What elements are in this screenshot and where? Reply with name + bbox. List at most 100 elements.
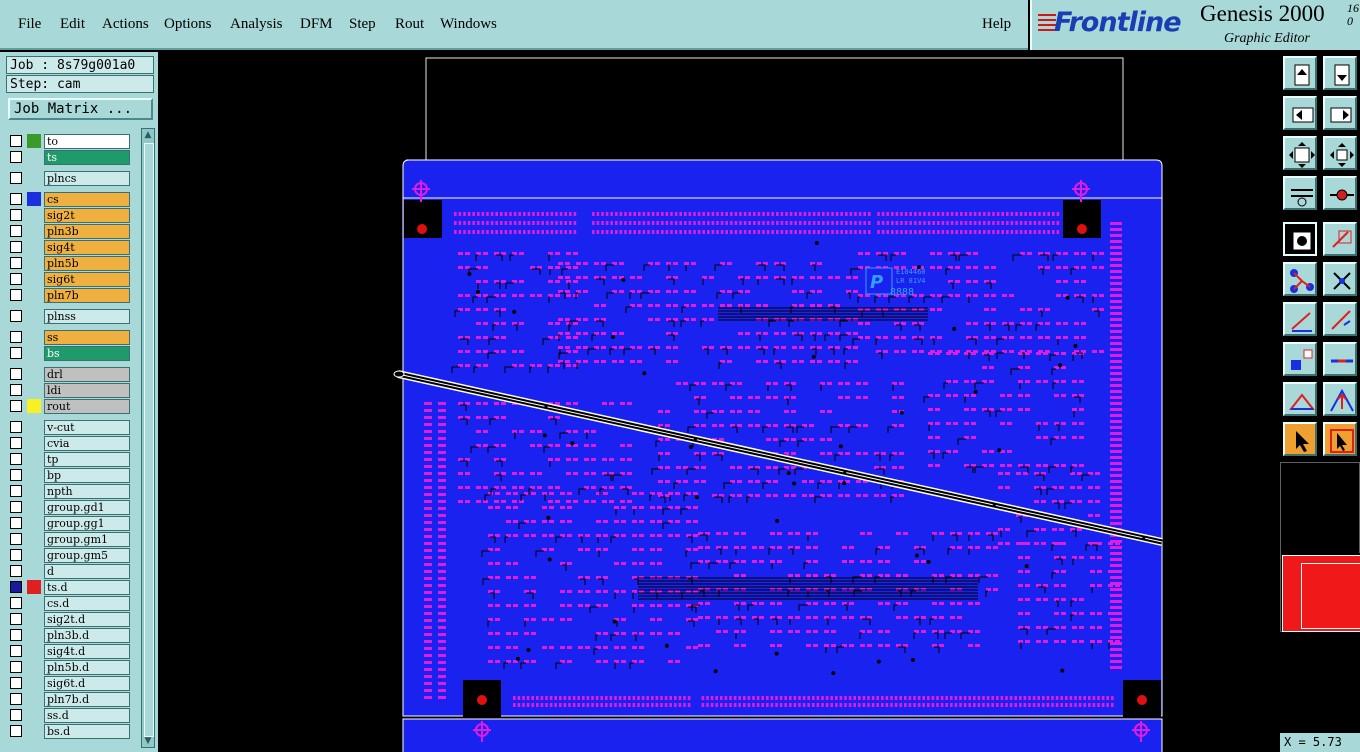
layer-checkbox[interactable] bbox=[10, 613, 22, 625]
zoom-center-button[interactable] bbox=[1323, 136, 1357, 170]
layer-checkbox[interactable] bbox=[10, 549, 22, 561]
overview-preview[interactable] bbox=[1280, 462, 1360, 632]
job-matrix-button[interactable]: Job Matrix ... bbox=[8, 98, 153, 120]
layer-row-sig2t[interactable]: sig2t bbox=[6, 208, 130, 223]
layer-row-cs-d[interactable]: cs.d bbox=[6, 596, 130, 611]
layer-row-bp[interactable]: bp bbox=[6, 468, 130, 483]
layer-name[interactable]: sig4t bbox=[44, 240, 130, 255]
layer-checkbox[interactable] bbox=[10, 421, 22, 433]
layer-row-group-gm5[interactable]: group.gm5 bbox=[6, 548, 130, 563]
arrow-up-triangle-button[interactable] bbox=[1323, 382, 1357, 416]
layer-name[interactable]: sig6t bbox=[44, 272, 130, 287]
layer-name[interactable]: pln5b.d bbox=[44, 660, 130, 675]
cross-button[interactable] bbox=[1323, 262, 1357, 296]
layer-name[interactable]: drl bbox=[44, 367, 130, 382]
layer-checkbox[interactable] bbox=[10, 151, 22, 163]
layer-name[interactable]: pln3b.d bbox=[44, 628, 130, 643]
layer-scrollbar[interactable]: ▲ ▼ bbox=[141, 128, 155, 748]
layer-name[interactable]: sig6t.d bbox=[44, 676, 130, 691]
layer-row-ss-d[interactable]: ss.d bbox=[6, 708, 130, 723]
layer-name[interactable]: cs.d bbox=[44, 596, 130, 611]
layer-row-sig4t[interactable]: sig4t bbox=[6, 240, 130, 255]
layer-name[interactable]: group.gg1 bbox=[44, 516, 130, 531]
layer-row-ts[interactable]: ts bbox=[6, 150, 130, 165]
layer-name[interactable]: group.gd1 bbox=[44, 500, 130, 515]
scroll-down-icon[interactable]: ▼ bbox=[142, 735, 154, 747]
layer-checkbox[interactable] bbox=[10, 661, 22, 673]
select-box-button[interactable] bbox=[1323, 422, 1357, 456]
menu-analysis[interactable]: Analysis bbox=[230, 16, 283, 33]
layer-checkbox[interactable] bbox=[10, 645, 22, 657]
layer-color-swatch[interactable] bbox=[27, 134, 41, 148]
layer-row-sig6t-d[interactable]: sig6t.d bbox=[6, 676, 130, 691]
layer-name[interactable]: v-cut bbox=[44, 420, 130, 435]
scroll-up-icon[interactable]: ▲ bbox=[142, 129, 154, 141]
layer-name[interactable]: bs.d bbox=[44, 724, 130, 739]
layer-checkbox[interactable] bbox=[10, 517, 22, 529]
line-edit-button[interactable] bbox=[1323, 302, 1357, 336]
layer-checkbox[interactable] bbox=[10, 693, 22, 705]
zoom-left-button[interactable] bbox=[1283, 96, 1317, 130]
snap-settings-button[interactable] bbox=[1283, 176, 1317, 210]
menu-edit[interactable]: Edit bbox=[60, 16, 85, 33]
pad-add-button[interactable] bbox=[1283, 342, 1317, 376]
layer-checkbox[interactable] bbox=[10, 289, 22, 301]
layer-color-swatch[interactable] bbox=[27, 580, 41, 594]
layer-row-to[interactable]: to bbox=[6, 134, 130, 149]
layer-row-ss[interactable]: ss bbox=[6, 330, 130, 345]
layer-name[interactable]: cs bbox=[44, 192, 130, 207]
layer-checkbox[interactable] bbox=[10, 725, 22, 737]
menu-help[interactable]: Help bbox=[982, 16, 1011, 33]
layer-row-bs[interactable]: bs bbox=[6, 346, 130, 361]
layer-row-group-gg1[interactable]: group.gg1 bbox=[6, 516, 130, 531]
layer-row-ldi[interactable]: ldi bbox=[6, 383, 130, 398]
layer-checkbox[interactable] bbox=[10, 501, 22, 513]
layer-row-tp[interactable]: tp bbox=[6, 452, 130, 467]
layer-name[interactable]: bs bbox=[44, 346, 130, 361]
menu-actions[interactable]: Actions bbox=[102, 16, 149, 33]
menu-dfm[interactable]: DFM bbox=[300, 16, 333, 33]
layer-row-npth[interactable]: npth bbox=[6, 484, 130, 499]
layer-row-sig4t-d[interactable]: sig4t.d bbox=[6, 644, 130, 659]
layer-checkbox[interactable] bbox=[10, 193, 22, 205]
menu-rout[interactable]: Rout bbox=[395, 16, 424, 33]
layer-row-v-cut[interactable]: v-cut bbox=[6, 420, 130, 435]
menu-options[interactable]: Options bbox=[164, 16, 212, 33]
menu-file[interactable]: File bbox=[18, 16, 41, 33]
layer-name[interactable]: tp bbox=[44, 452, 130, 467]
layer-name[interactable]: npth bbox=[44, 484, 130, 499]
layer-name[interactable]: bp bbox=[44, 468, 130, 483]
triangle-button[interactable] bbox=[1283, 382, 1317, 416]
layer-checkbox[interactable] bbox=[10, 241, 22, 253]
layer-checkbox[interactable] bbox=[10, 709, 22, 721]
layer-checkbox[interactable] bbox=[10, 533, 22, 545]
measure-button[interactable] bbox=[1323, 176, 1357, 210]
layer-name[interactable]: cvia bbox=[44, 436, 130, 451]
menu-step[interactable]: Step bbox=[349, 16, 376, 33]
net-connect-button[interactable] bbox=[1283, 262, 1317, 296]
layer-row-drl[interactable]: drl bbox=[6, 367, 130, 382]
layer-row-cvia[interactable]: cvia bbox=[6, 436, 130, 451]
layer-color-swatch[interactable] bbox=[27, 192, 41, 206]
layer-row-group-gd1[interactable]: group.gd1 bbox=[6, 500, 130, 515]
layer-checkbox[interactable] bbox=[10, 225, 22, 237]
layer-row-pln7b-d[interactable]: pln7b.d bbox=[6, 692, 130, 707]
pcb-board-view[interactable]: P E104460 LR 81V4 8888 bbox=[158, 52, 1280, 752]
layer-checkbox[interactable] bbox=[10, 209, 22, 221]
layer-row-pln3b-d[interactable]: pln3b.d bbox=[6, 628, 130, 643]
layer-checkbox[interactable] bbox=[10, 310, 22, 322]
clip-area-button[interactable] bbox=[1283, 56, 1317, 90]
layer-checkbox[interactable] bbox=[10, 384, 22, 396]
layer-checkbox[interactable] bbox=[10, 172, 22, 184]
layer-name[interactable]: pln3b bbox=[44, 224, 130, 239]
layer-row-pln3b[interactable]: pln3b bbox=[6, 224, 130, 239]
layer-name[interactable]: group.gm1 bbox=[44, 532, 130, 547]
layer-name[interactable]: plnss bbox=[44, 309, 130, 324]
feature-select-button[interactable] bbox=[1283, 222, 1317, 256]
layer-row-pln7b[interactable]: pln7b bbox=[6, 288, 130, 303]
layer-checkbox[interactable] bbox=[10, 135, 22, 147]
reshape-button[interactable] bbox=[1323, 222, 1357, 256]
layer-checkbox[interactable] bbox=[10, 368, 22, 380]
layer-checkbox[interactable] bbox=[10, 400, 22, 412]
layer-row-d[interactable]: d bbox=[6, 564, 130, 579]
